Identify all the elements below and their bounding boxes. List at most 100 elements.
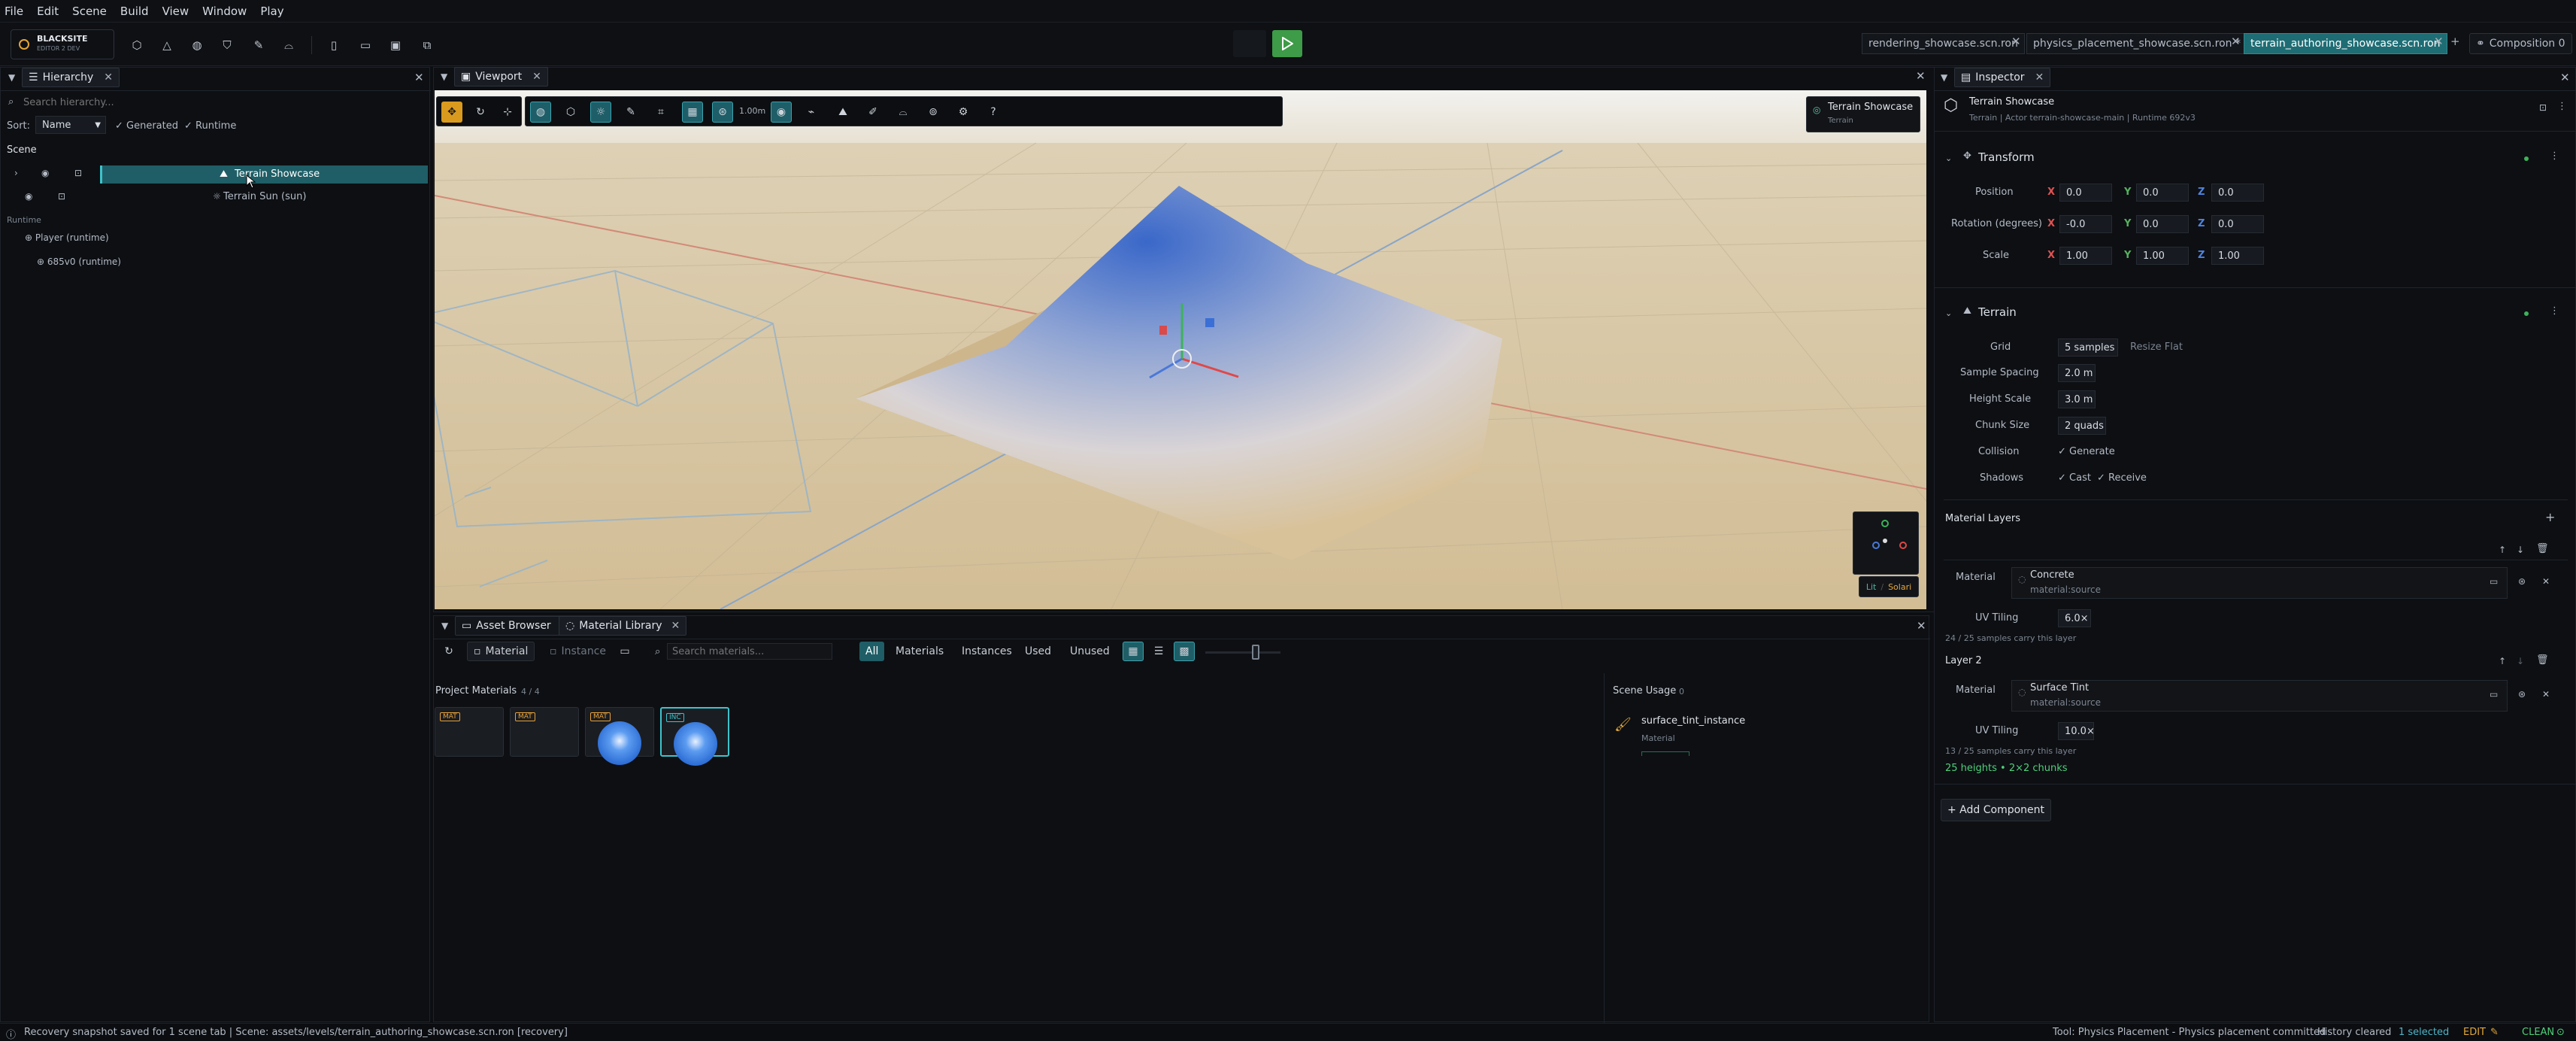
rotation-z-field[interactable]: 0.0 <box>2211 215 2264 233</box>
resize-flat-button[interactable]: Resize Flat <box>2130 341 2183 353</box>
close-panel-icon[interactable]: ✕ <box>1916 69 1926 83</box>
lighting-button[interactable]: ☼ <box>590 102 611 123</box>
locate-icon[interactable]: ⊛ <box>2518 576 2526 587</box>
arrow-down-icon[interactable]: ↓ <box>2517 545 2524 555</box>
chunk-size-field[interactable]: 2 quads <box>2058 417 2106 435</box>
menu-play[interactable]: Play <box>260 5 283 18</box>
new-file-icon[interactable]: ▯ <box>323 35 344 56</box>
sort-select[interactable]: Name ▼ <box>35 116 106 134</box>
status-mode[interactable]: EDIT <box>2463 1027 2486 1038</box>
refresh-icon[interactable]: ↻ <box>438 642 459 661</box>
orientation-gizmo[interactable] <box>1853 511 1919 575</box>
new-instance-button[interactable]: ▫ Instance <box>544 642 612 661</box>
scale-y-field[interactable]: 1.00 <box>2136 247 2189 265</box>
collapse-icon[interactable]: ▼ <box>441 621 448 631</box>
slider-handle[interactable] <box>1252 645 1259 660</box>
snap-size[interactable]: 1.00m <box>739 106 765 116</box>
tab-material-library[interactable]: ◌ Material Library ✕ <box>559 616 687 636</box>
help-button[interactable]: ? <box>983 102 1004 123</box>
composition-badge[interactable]: ⚭ Composition 0 <box>2469 33 2572 54</box>
tab-hierarchy[interactable]: ☰ Hierarchy ✕ <box>22 68 120 87</box>
globe-icon[interactable]: ◍ <box>186 35 208 56</box>
sample-spacing-field[interactable]: 2.0 m <box>2058 364 2096 382</box>
locate-icon[interactable]: ⊛ <box>2518 689 2526 700</box>
rotation-y-field[interactable]: 0.0 <box>2136 215 2189 233</box>
lock-icon[interactable]: ⊡ <box>58 191 65 202</box>
layer1-uv-field[interactable]: 6.0× <box>2058 609 2091 627</box>
tab-viewport[interactable]: ▣ Viewport ✕ <box>454 67 548 86</box>
position-x-field[interactable]: 0.0 <box>2059 184 2112 202</box>
delete-icon[interactable]: 🗑 <box>2536 654 2549 666</box>
menu-scene[interactable]: Scene <box>72 5 107 18</box>
search-input[interactable] <box>23 95 422 110</box>
eye-icon[interactable]: ◉ <box>25 191 32 202</box>
settings-button[interactable]: ⚙ <box>953 102 974 123</box>
arrow-up-icon[interactable]: ↑ <box>2499 545 2506 555</box>
thumbnail-size-slider[interactable] <box>1205 651 1280 654</box>
close-icon[interactable]: ✕ <box>2434 35 2444 48</box>
clear-icon[interactable]: ✕ <box>2542 689 2550 700</box>
filter-all[interactable]: All <box>859 642 885 661</box>
terrain-button[interactable]: ⛰ <box>832 102 853 123</box>
runtime-item-player[interactable]: ⊕ Player (runtime) <box>25 232 109 243</box>
generated-checkbox[interactable]: ✓ Generated <box>115 120 178 132</box>
material-thumbnail[interactable]: MAT <box>510 707 579 757</box>
tab-inspector[interactable]: ▤ Inspector ✕ <box>1954 68 2051 87</box>
save-all-icon[interactable]: ⧉ <box>417 35 438 56</box>
preview-button[interactable]: ▩ <box>1174 642 1195 661</box>
grid-view-button[interactable]: ▦ <box>1123 642 1144 661</box>
clear-icon[interactable]: ✕ <box>2542 576 2550 587</box>
grid-field[interactable]: 5 samples <box>2058 338 2118 357</box>
material-thumbnail[interactable]: MAT <box>435 707 504 757</box>
receive-checkbox[interactable]: ✓ Receive <box>2097 472 2147 484</box>
stop-button[interactable] <box>1233 30 1266 57</box>
close-icon[interactable]: ✕ <box>2035 71 2044 83</box>
menu-view[interactable]: View <box>162 5 189 18</box>
lock-icon[interactable]: ⊡ <box>74 168 82 178</box>
tree-item-terrain-sun[interactable]: Terrain Sun (sun) <box>223 191 306 202</box>
collision-checkbox[interactable]: ✓ Generate <box>2058 446 2115 457</box>
filter-materials[interactable]: Materials <box>889 642 950 661</box>
close-icon[interactable]: ✕ <box>532 71 541 83</box>
position-y-field[interactable]: 0.0 <box>2136 184 2189 202</box>
frame-button[interactable]: ⌗ <box>650 102 671 123</box>
terrain-icon[interactable]: △ <box>156 35 177 56</box>
play-button[interactable] <box>1272 30 1302 57</box>
eye-icon[interactable]: ◉ <box>41 168 49 178</box>
open-folder-icon[interactable]: ▭ <box>355 35 376 56</box>
collapse-icon[interactable]: ▼ <box>441 71 447 82</box>
physics-button[interactable]: ⊚ <box>923 102 944 123</box>
visibility-button[interactable]: ◉ <box>771 102 792 123</box>
close-icon[interactable]: ✕ <box>2231 35 2241 48</box>
scene-tab-rendering[interactable]: rendering_showcase.scn.ron <box>1862 33 2025 54</box>
render-mode-toggle[interactable]: Lit / Solari <box>1859 576 1919 597</box>
material-thumbnail[interactable]: MAT <box>585 707 654 765</box>
new-material-button[interactable]: ▫ Material <box>467 642 535 661</box>
runtime-checkbox[interactable]: ✓ Runtime <box>184 120 236 132</box>
close-panel-icon[interactable]: ✕ <box>414 71 424 84</box>
viewport-canvas[interactable]: ✥ ↻ ⊹ ◍ ⬡ ☼ ✎ ⌗ ▦ ⊛ 1.00m ◉ ⌁ ⛰ ✐ ⌓ ⊚ ⚙ … <box>435 90 1926 609</box>
scene-tab-physics[interactable]: physics_placement_showcase.scn.ron * <box>2026 33 2247 54</box>
more-icon[interactable]: ⋮ <box>2550 305 2559 317</box>
arrow-down-icon[interactable]: ↓ <box>2517 656 2524 666</box>
cast-checkbox[interactable]: ✓ Cast <box>2058 472 2091 484</box>
close-icon[interactable]: ✕ <box>104 71 113 83</box>
scale-x-field[interactable]: 1.00 <box>2059 247 2112 265</box>
filter-unused[interactable]: Unused <box>1064 642 1116 661</box>
local-space-button[interactable]: ⬡ <box>560 102 581 123</box>
layer2-material-slot[interactable]: ◌ Surface Tint material:source <box>2011 680 2508 712</box>
lit-mode[interactable]: Lit <box>1866 582 1877 592</box>
filter-used[interactable]: Used <box>1019 642 1057 661</box>
cube-icon[interactable]: ⬡ <box>126 35 147 56</box>
scale-tool-button[interactable]: ⊹ <box>497 102 518 123</box>
usage-item-name[interactable]: surface_tint_instance <box>1641 715 1745 727</box>
position-z-field[interactable]: 0.0 <box>2211 184 2264 202</box>
brush-button[interactable]: ✎ <box>620 102 641 123</box>
more-icon[interactable]: ⋮ <box>2557 101 2567 112</box>
snap-button[interactable]: ⊛ <box>712 102 733 123</box>
chevron-down-icon[interactable]: ⌄ <box>1945 153 1952 163</box>
folder-icon[interactable]: ▭ <box>2490 576 2498 587</box>
chevron-down-icon[interactable]: ⌄ <box>1945 308 1952 318</box>
shield-icon[interactable]: ⛉ <box>217 35 238 56</box>
grid-button[interactable]: ▦ <box>682 102 703 123</box>
